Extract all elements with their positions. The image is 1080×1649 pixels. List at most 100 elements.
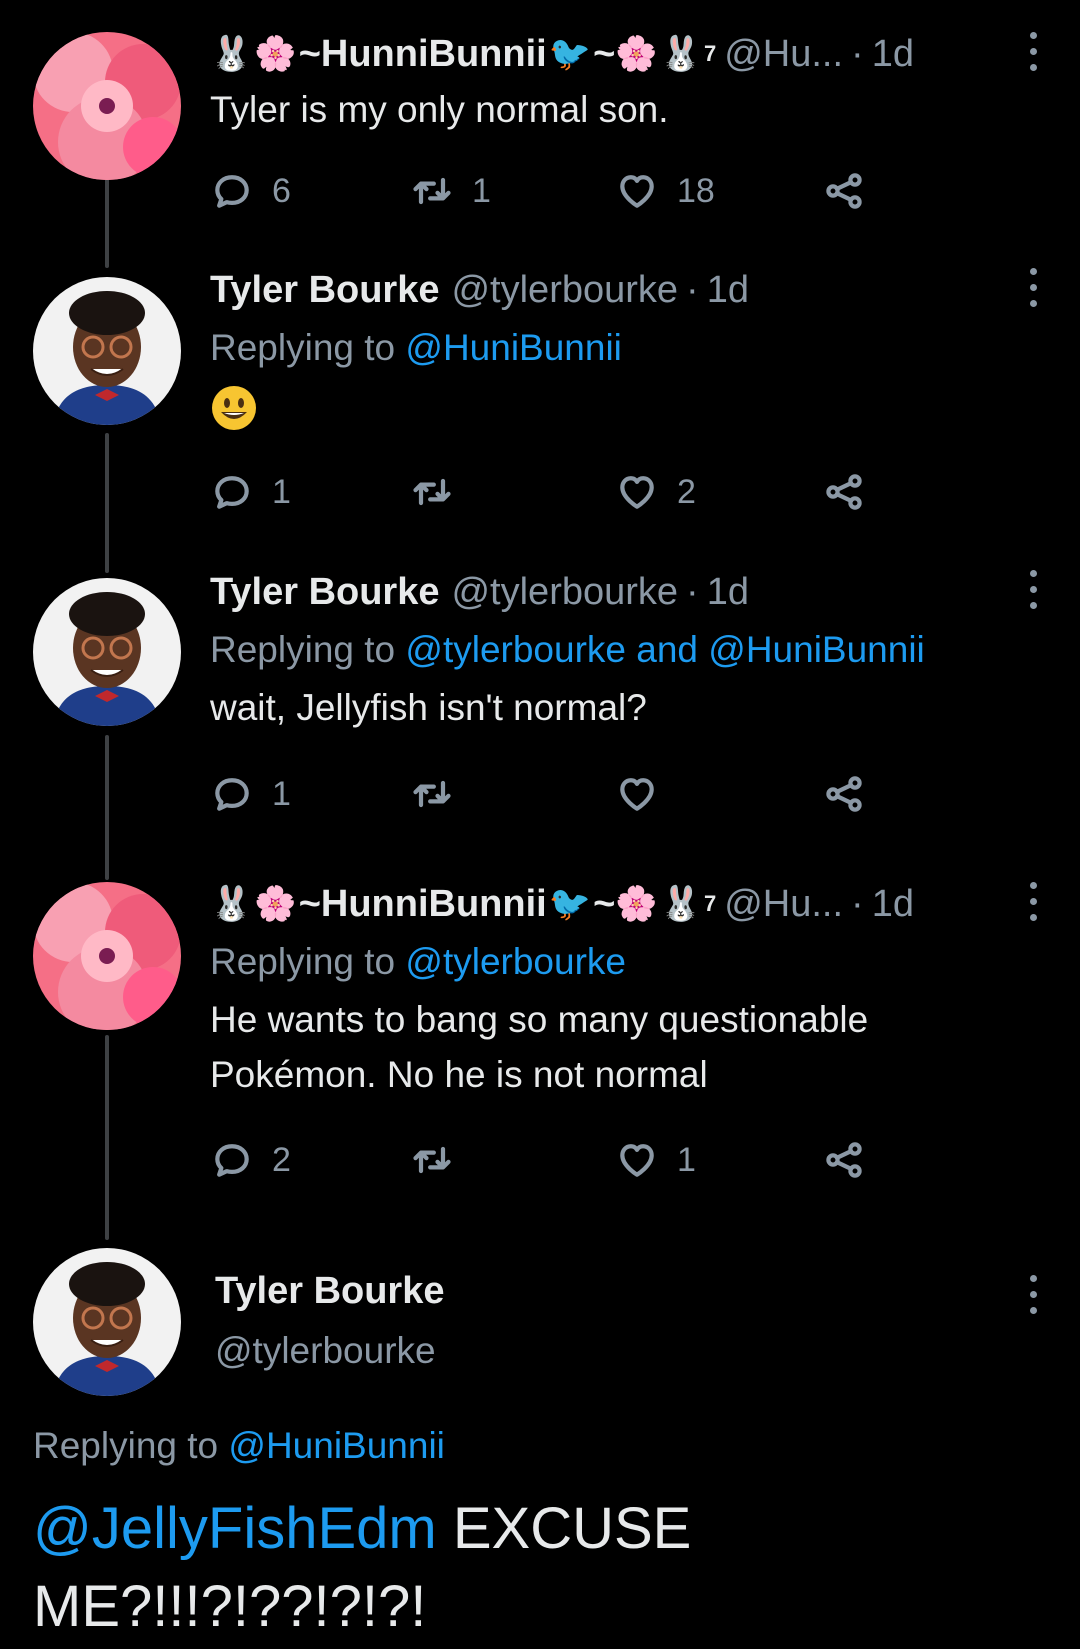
tweet-actions: 6 1 18 xyxy=(210,166,910,216)
retweet-count: 1 xyxy=(472,171,491,210)
separator-dot: · xyxy=(851,882,864,925)
tweet-text-fragment: EXCUSE xyxy=(436,1496,692,1561)
share-icon xyxy=(826,776,862,812)
mention-link[interactable]: @JellyFishEdm xyxy=(33,1496,437,1561)
timestamp[interactable]: 1d xyxy=(707,571,749,614)
reply-button[interactable]: 6 xyxy=(210,166,291,216)
reply-button[interactable]: 2 xyxy=(210,1135,291,1185)
replying-label: Replying to xyxy=(210,629,396,670)
separator-dot: · xyxy=(686,268,699,311)
rabbit-icon: 🐰 xyxy=(210,885,253,923)
reply-count: 1 xyxy=(272,472,291,511)
share-icon xyxy=(826,474,862,510)
reply-button[interactable]: 1 xyxy=(210,769,291,819)
share-button[interactable] xyxy=(822,467,866,517)
reply-icon xyxy=(215,175,249,208)
display-name[interactable]: Tyler Bourke xyxy=(210,269,439,312)
tweet[interactable]: 🐰 🌸 ~HunniBunnii 🐦 ~ 🌸 🐰 7 @Hu... · 1d T… xyxy=(210,26,1040,210)
tweet-actions: 2 1 xyxy=(210,1135,910,1185)
retweet-button[interactable] xyxy=(410,769,472,819)
handle[interactable]: @Hu... xyxy=(724,33,843,76)
timestamp[interactable]: 1d xyxy=(872,33,914,76)
rabbit-icon: 🐰 xyxy=(659,885,702,923)
share-button[interactable] xyxy=(822,769,866,819)
display-name[interactable]: Tyler Bourke xyxy=(215,1270,444,1313)
like-count: 2 xyxy=(677,472,696,511)
rabbit-icon: 🐰 xyxy=(659,35,702,73)
flower-icon: 🌸 xyxy=(615,885,658,923)
display-name[interactable]: ~HunniBunnii xyxy=(299,33,547,76)
avatar-hunnibunnii[interactable] xyxy=(33,32,181,180)
thread-line xyxy=(105,178,109,268)
mention-link[interactable]: @tylerbourke and @HuniBunnii xyxy=(405,629,924,670)
retweet-button[interactable]: 1 xyxy=(410,166,491,216)
reply-icon xyxy=(215,1144,249,1177)
handle[interactable]: @tylerbourke xyxy=(215,1330,436,1372)
replying-label: Replying to xyxy=(33,1425,219,1466)
display-name[interactable]: Tyler Bourke xyxy=(210,571,439,614)
bird-icon: 🐦 xyxy=(548,35,592,73)
handle[interactable]: @Hu... xyxy=(724,883,843,926)
heart-icon xyxy=(620,778,654,811)
more-options-icon[interactable] xyxy=(1026,268,1040,307)
superscript: 7 xyxy=(703,41,717,66)
share-icon xyxy=(826,1142,862,1178)
thread-line xyxy=(105,735,109,880)
bird-icon: 🐦 xyxy=(548,885,592,923)
handle[interactable]: @tylerbourke xyxy=(451,269,678,312)
tweet-text-line: @JellyFishEdm EXCUSE xyxy=(33,1490,1033,1568)
more-options-icon[interactable] xyxy=(1026,32,1040,71)
like-button[interactable]: 2 xyxy=(615,467,696,517)
tweet-text: @JellyFishEdm EXCUSE ME?!!!?!??!?!?! xyxy=(33,1490,1033,1646)
replying-to: Replying to @HuniBunnii xyxy=(210,318,1040,378)
more-options-icon[interactable] xyxy=(1026,570,1040,609)
tweet-text: Tyler is my only normal son. xyxy=(210,89,669,130)
flower-icon: 🌸 xyxy=(254,885,297,923)
reply-count: 1 xyxy=(272,774,291,813)
separator-dot: · xyxy=(851,32,864,75)
like-button[interactable] xyxy=(615,769,677,819)
more-options-icon[interactable] xyxy=(1026,1275,1040,1314)
tweet[interactable]: Tyler Bourke @tylerbourke · 1d Replying … xyxy=(210,564,1040,813)
reply-button[interactable]: 1 xyxy=(210,467,291,517)
smiling-face-emoji-icon xyxy=(212,386,256,430)
tweet-actions: 1 2 xyxy=(210,467,910,517)
tweet[interactable]: 🐰 🌸 ~HunniBunnii 🐦 ~ 🌸 🐰 7 @Hu... · 1d R… xyxy=(210,876,1040,1179)
tweet-text-line: Pokémon. No he is not normal xyxy=(210,1054,708,1095)
share-button[interactable] xyxy=(822,1135,866,1185)
timestamp[interactable]: 1d xyxy=(872,883,914,926)
display-name[interactable]: ~HunniBunnii xyxy=(299,883,547,926)
like-button[interactable]: 1 xyxy=(615,1135,696,1185)
avatar-hunnibunnii[interactable] xyxy=(33,882,181,1030)
tweet[interactable]: Tyler Bourke @tylerbourke · 1d Replying … xyxy=(210,262,1040,511)
thread-line xyxy=(105,1035,109,1240)
retweet-button[interactable] xyxy=(410,467,472,517)
mention-link[interactable]: @HuniBunnii xyxy=(228,1425,445,1466)
more-options-icon[interactable] xyxy=(1026,882,1040,921)
like-button[interactable]: 18 xyxy=(615,166,715,216)
heart-icon xyxy=(620,1144,654,1177)
replying-to: Replying to @HuniBunnii xyxy=(33,1425,445,1467)
reply-icon xyxy=(215,778,249,811)
share-icon xyxy=(826,173,862,209)
retweet-icon xyxy=(413,478,451,506)
tweet-text: He wants to bang so many questionable Po… xyxy=(210,992,1040,1102)
retweet-icon xyxy=(413,1146,451,1174)
handle[interactable]: @tylerbourke xyxy=(451,571,678,614)
avatar-tylerbourke[interactable] xyxy=(33,1248,181,1396)
timestamp[interactable]: 1d xyxy=(707,269,749,312)
tweet-text-line: He wants to bang so many questionable xyxy=(210,999,869,1040)
heart-icon xyxy=(620,175,654,208)
retweet-icon xyxy=(413,780,451,808)
avatar-tylerbourke[interactable] xyxy=(33,578,181,726)
superscript: 7 xyxy=(703,891,717,916)
tweet-actions: 1 xyxy=(210,769,910,819)
share-button[interactable] xyxy=(822,166,866,216)
display-name-suffix: ~ xyxy=(593,32,616,75)
avatar-tylerbourke[interactable] xyxy=(33,277,181,425)
retweet-button[interactable] xyxy=(410,1135,472,1185)
tweet-text-line: ME?!!!?!??!?!?! xyxy=(33,1574,427,1639)
mention-link[interactable]: @HuniBunnii xyxy=(405,327,622,368)
mention-link[interactable]: @tylerbourke xyxy=(405,941,626,982)
flower-icon: 🌸 xyxy=(254,35,297,73)
